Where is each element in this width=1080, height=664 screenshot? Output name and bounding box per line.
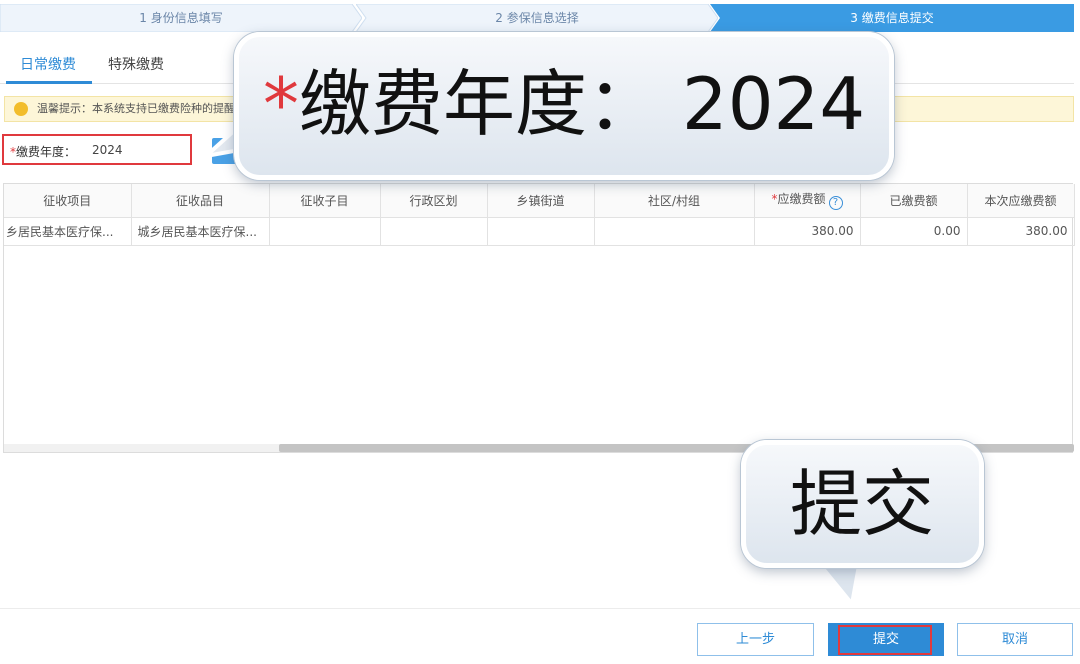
table-row[interactable]: 乡居民基本医疗保... 城乡居民基本医疗保... 380.00 0.00 380… [4,217,1075,246]
step-label: 3 缴费信息提交 [850,11,934,25]
cell-payable-amount: 380.00 [754,217,861,246]
col-header-payable-amount: *应缴费额? [754,184,861,218]
cancel-button[interactable]: 取消 [957,623,1073,656]
cell-collection-item: 乡居民基本医疗保... [4,217,132,246]
callout-year: *缴费年度： 2024 [234,32,894,180]
callout-year-text: *缴费年度： 2024 [263,59,865,149]
notice-text: 温馨提示：本系统支持已缴费险种的提醒 [37,102,235,115]
step-identity: 1 身份信息填写 [0,4,362,32]
col-header-paid-amount: 已缴费额 [860,184,968,218]
previous-step-button[interactable]: 上一步 [697,623,814,656]
step-label: 1 身份信息填写 [139,11,223,25]
col-header-admin-region: 行政区划 [380,184,488,218]
tab-daily-payment[interactable]: 日常缴费 [20,54,76,74]
payment-table: 征收项目 征收品目 征收子目 行政区划 乡镇街道 社区/村组 *应缴费额? 已缴… [3,183,1075,453]
step-label: 2 参保信息选择 [495,11,579,25]
progress-stepper: 1 身份信息填写 2 参保信息选择 3 缴费信息提交 [0,4,1074,32]
cell-current-payable: 380.00 [967,217,1075,246]
table-header-row: 征收项目 征收品目 征收子目 行政区划 乡镇街道 社区/村组 *应缴费额? 已缴… [4,184,1075,218]
active-tab-indicator [6,81,92,84]
payment-year-field: *缴费年度： 2024 [2,134,192,165]
cell-collection-subitem [269,217,381,246]
col-header-community: 社区/村组 [594,184,755,218]
callout-submit: 提交 [741,440,984,568]
callout-star: * [263,62,299,146]
col-header-collection-category: 征收品目 [131,184,270,218]
col-header-collection-item: 征收项目 [4,184,132,218]
cell-collection-category: 城乡居民基本医疗保... [131,217,270,246]
smiley-icon [14,102,28,116]
cell-town-street [487,217,595,246]
payment-year-input[interactable]: 2024 [84,140,188,161]
callout-submit-text: 提交 [790,462,935,546]
help-icon[interactable]: ? [828,196,843,211]
payment-year-label-text: 缴费年度： [16,145,77,159]
cell-admin-region [380,217,488,246]
submit-button[interactable]: 提交 [828,623,944,656]
step-insurance: 2 参保信息选择 [356,4,718,32]
col-header-collection-subitem: 征收子目 [269,184,381,218]
col-header-current-payable: 本次应缴费额 [967,184,1075,218]
tab-special-payment[interactable]: 特殊缴费 [108,54,164,74]
cell-paid-amount: 0.00 [860,217,968,246]
cell-community [594,217,755,246]
footer-divider [0,608,1080,609]
col-header-town-street: 乡镇街道 [487,184,595,218]
payment-year-label: *缴费年度： [10,143,76,160]
step-payment-submit: 3 缴费信息提交 [710,4,1074,32]
col-header-payable-amount-text: 应缴费额 [777,192,826,207]
callout-year-label: 缴费年度： 2024 [299,62,866,146]
